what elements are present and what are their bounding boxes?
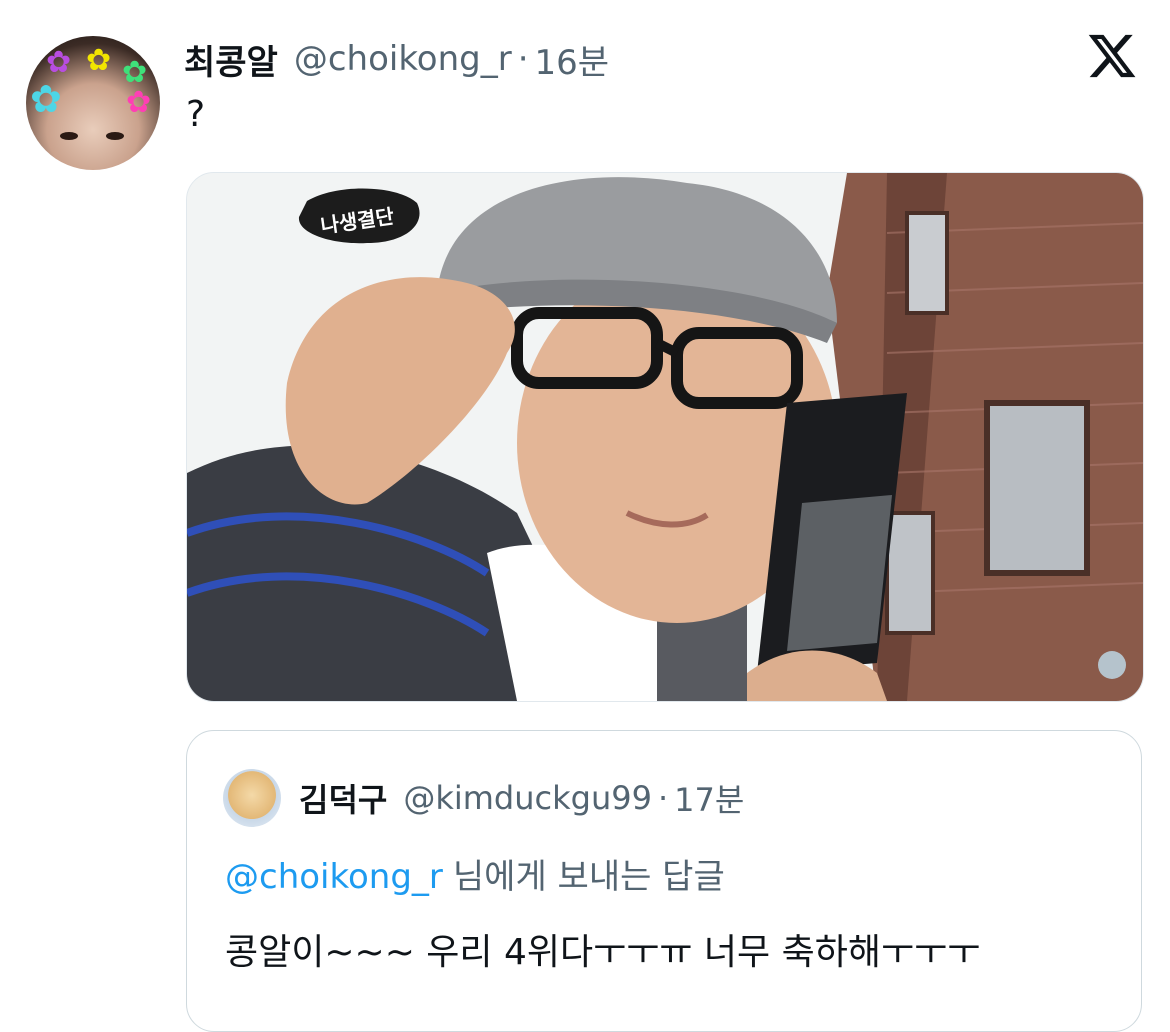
quoted-tweet-card[interactable]: 김덕구 @kimduckgu99 · 17분 @choikong_r 님에게 보내… (186, 730, 1142, 1032)
quoted-tweet-header: 김덕구 @kimduckgu99 · 17분 (299, 773, 744, 823)
author-name[interactable]: 최콩알 (184, 35, 278, 84)
flower-sticker-icon: ✿ (86, 43, 112, 78)
reply-to-handle-link[interactable]: @choikong_r (225, 857, 443, 897)
avatar-face (60, 132, 126, 144)
quoted-author-handle[interactable]: @kimduckgu99 (403, 779, 652, 817)
quoted-header-separator: · (657, 779, 669, 817)
tweet-media-image[interactable]: 나생결단 (186, 172, 1144, 702)
quoted-tweet-timestamp[interactable]: 17분 (674, 775, 744, 821)
tweet-timestamp[interactable]: 16분 (535, 35, 610, 84)
quoted-author-name[interactable]: 김덕구 (299, 775, 387, 821)
media-photo (187, 173, 1143, 701)
flower-sticker-icon: ✿ (126, 85, 152, 120)
quoted-tweet-text: 콩알이~~~ 우리 4위다ㅜㅜㅠ 너무 축하해ㅜㅜㅜ (225, 932, 981, 973)
quoted-user-avatar[interactable] (223, 769, 281, 827)
author-handle[interactable]: @choikong_r (294, 39, 512, 79)
header-separator: · (517, 39, 529, 79)
flower-sticker-icon: ✿ (46, 45, 72, 80)
flower-sticker-icon: ✿ (122, 55, 148, 90)
reply-context: @choikong_r 님에게 보내는 답글 (225, 849, 725, 898)
tweet-header: 최콩알 @choikong_r · 16분 (184, 34, 609, 84)
tweet-text: ? (186, 94, 206, 135)
reply-to-suffix: 님에게 보내는 답글 (452, 857, 725, 897)
x-logo-icon[interactable] (1086, 30, 1138, 82)
user-avatar[interactable]: ✿ ✿ ✿ ✿ ✿ (26, 36, 160, 170)
flower-sticker-icon: ✿ (30, 77, 62, 121)
